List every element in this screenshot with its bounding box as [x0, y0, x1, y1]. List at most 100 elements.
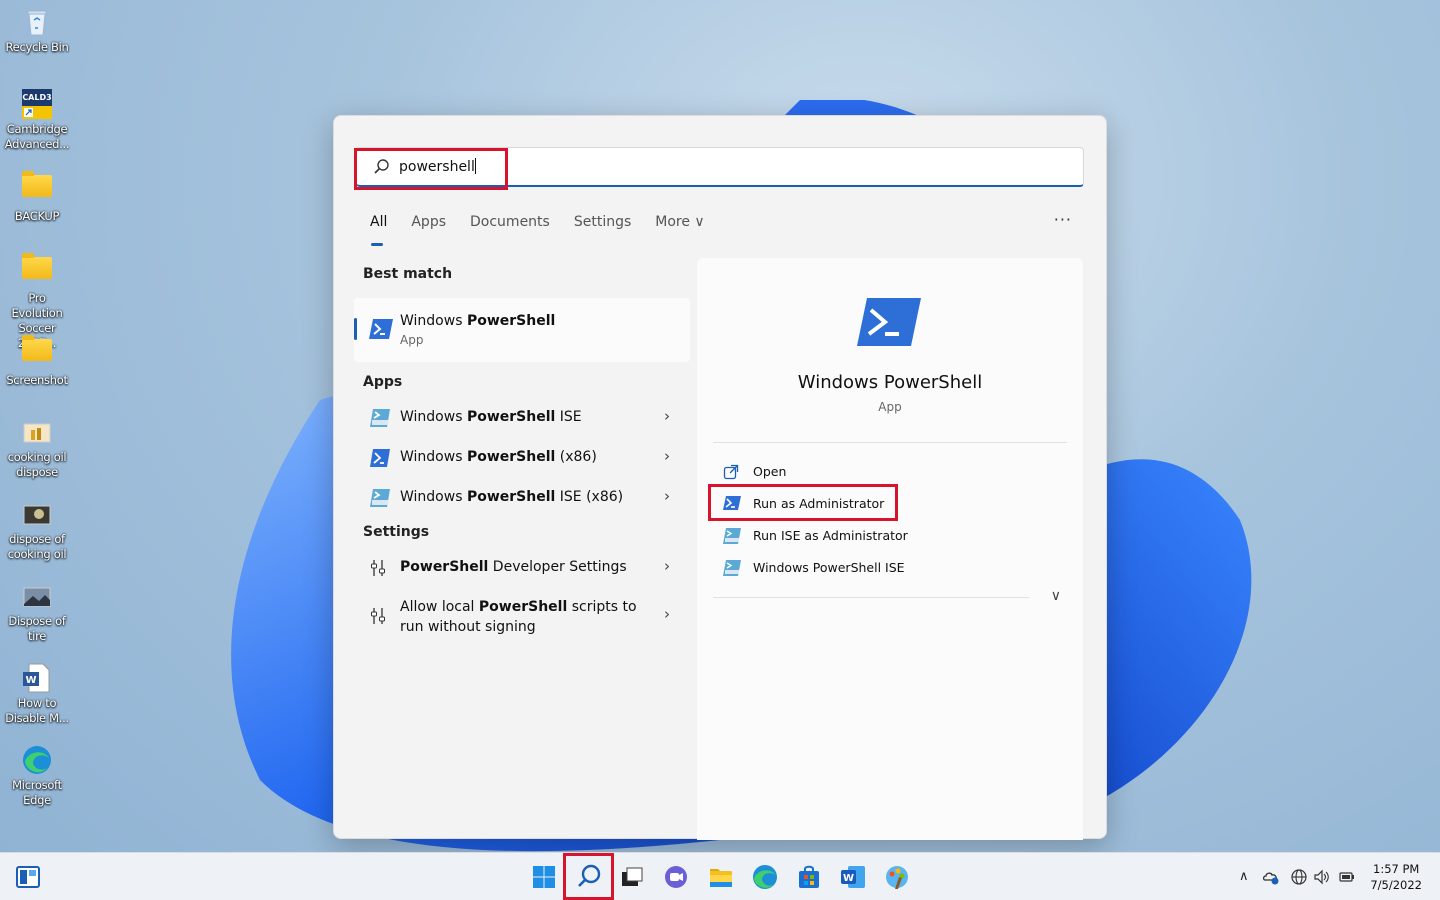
clock-date: 7/5/2022: [1370, 878, 1422, 892]
powershell-icon: [370, 449, 390, 467]
chevron-right-icon[interactable]: ›: [664, 605, 670, 623]
more-options-button[interactable]: ···: [1054, 210, 1072, 229]
search-icon: [374, 159, 389, 174]
store-icon[interactable]: [795, 863, 823, 891]
best-match-heading: Best match: [363, 266, 453, 282]
setting-result-label: Allow local PowerShell scripts to run wit…: [400, 599, 637, 635]
search-panel: powershell All Apps Documents Settings M…: [333, 115, 1107, 840]
search-icon[interactable]: [575, 863, 603, 891]
chevron-right-icon[interactable]: ›: [664, 557, 670, 575]
desktop-icon-label: cooking oil dispose: [7, 450, 67, 479]
onedrive-sync-icon[interactable]: [1262, 868, 1280, 886]
powershell-large-icon: [857, 298, 921, 346]
desktop-icon-backup[interactable]: BACKUP: [0, 170, 74, 224]
settings-heading: Settings: [363, 524, 430, 540]
settings-sliders-icon: [371, 560, 385, 576]
chevron-right-icon[interactable]: ›: [664, 447, 670, 465]
paint-icon[interactable]: [883, 863, 911, 891]
best-match-type: App: [400, 333, 424, 347]
svg-text:W: W: [25, 675, 36, 686]
svg-text:W: W: [843, 873, 854, 884]
desktop-icon-edge[interactable]: Microsoft Edge: [0, 744, 74, 808]
desktop-icon-label: Dispose of tire: [8, 614, 66, 643]
setting-result-label: PowerShell Developer Settings: [400, 559, 627, 575]
preview-title: Windows PowerShell: [797, 372, 983, 393]
desktop-icon-cambridge[interactable]: CALD3 Cambridge Advanced...: [0, 88, 74, 152]
file-explorer-icon[interactable]: [707, 863, 735, 891]
results-list: Best match Windows PowerShell App Apps W…: [354, 266, 690, 644]
powershell-ise-icon: [723, 560, 741, 576]
desktop-icon-screenshot[interactable]: Screenshot: [0, 334, 74, 388]
volume-icon[interactable]: [1313, 868, 1331, 886]
clock-time: 1:57 PM: [1373, 862, 1420, 876]
folder-icon: [21, 253, 53, 289]
app-result-label: Windows PowerShell (x86): [400, 449, 597, 465]
taskbar: W ∧ 1:57 PM 7/5/2022: [0, 852, 1440, 900]
cambridge-badge-text: CALD3: [22, 93, 51, 102]
tab-all[interactable]: All: [370, 214, 387, 246]
desktop-icon-word-doc[interactable]: W How to Disable M...: [0, 662, 74, 726]
action-label: Open: [753, 464, 787, 479]
tab-more[interactable]: More ∨: [655, 214, 704, 230]
text-caret: [474, 158, 476, 174]
app-result-powershell-ise-x86[interactable]: Windows PowerShell ISE (x86) ›: [354, 478, 690, 518]
open-external-icon: [723, 464, 739, 480]
search-filter-tabs: All Apps Documents Settings More ∨: [370, 214, 705, 246]
word-icon[interactable]: W: [839, 863, 867, 891]
action-label: Windows PowerShell ISE: [753, 560, 905, 575]
app-result-powershell-x86[interactable]: Windows PowerShell (x86) ›: [354, 438, 690, 478]
image-icon: [21, 580, 53, 612]
recycle-bin-icon: [21, 6, 53, 38]
best-match-item[interactable]: Windows PowerShell App: [354, 298, 690, 362]
tab-settings[interactable]: Settings: [574, 214, 631, 230]
powershell-icon: [723, 496, 741, 510]
desktop-icon-dispose-tire[interactable]: Dispose of tire: [0, 580, 74, 644]
network-globe-icon[interactable]: [1290, 868, 1308, 886]
preview-pane: Windows PowerShell App Open Run as Admin…: [697, 258, 1083, 840]
setting-result-developer[interactable]: PowerShell Developer Settings ›: [354, 548, 690, 588]
tab-apps[interactable]: Apps: [411, 214, 446, 230]
search-query-text: powershell: [399, 158, 476, 175]
battery-icon[interactable]: [1338, 868, 1356, 886]
widgets-icon[interactable]: [14, 863, 42, 891]
word-doc-icon: W: [21, 662, 53, 694]
chevron-right-icon[interactable]: ›: [664, 407, 670, 425]
app-result-powershell-ise[interactable]: Windows PowerShell ISE ›: [354, 398, 690, 438]
tab-documents[interactable]: Documents: [470, 214, 550, 230]
desktop-icon-recycle-bin[interactable]: Recycle Bin: [0, 6, 74, 55]
desktop-icon-dispose-cooking-oil[interactable]: dispose of cooking oil: [0, 498, 74, 562]
chat-icon[interactable]: [662, 863, 690, 891]
desktop-icon-label: Cambridge Advanced...: [4, 122, 70, 151]
action-label: Run as Administrator: [753, 496, 885, 511]
powershell-ise-icon: [370, 489, 390, 507]
chevron-right-icon[interactable]: ›: [664, 487, 670, 505]
desktop-icon-label: Screenshot: [6, 373, 68, 387]
preview-subtitle: App: [878, 400, 902, 414]
search-input[interactable]: powershell: [356, 147, 1084, 187]
powershell-ise-icon: [370, 409, 390, 427]
powershell-icon: [369, 319, 393, 339]
app-result-label: Windows PowerShell ISE: [400, 409, 582, 425]
cambridge-app-icon: CALD3: [21, 88, 53, 120]
action-label: Run ISE as Administrator: [753, 528, 908, 543]
system-clock[interactable]: 1:57 PM 7/5/2022: [1370, 861, 1422, 893]
setting-result-allow-scripts[interactable]: Allow local PowerShell scripts to run wit…: [354, 588, 690, 644]
powershell-ise-icon: [723, 528, 741, 544]
folder-icon: [21, 335, 53, 371]
desktop-icon-label: How to Disable M...: [5, 696, 69, 725]
desktop-icon-label: Microsoft Edge: [12, 778, 62, 807]
desktop-icon-label: Recycle Bin: [5, 40, 69, 54]
show-hidden-icons-chevron-up-icon[interactable]: ∧: [1239, 869, 1249, 884]
desktop-icon-cooking-oil-dispose[interactable]: cooking oil dispose: [0, 416, 74, 480]
best-match-name: Windows PowerShell: [400, 313, 556, 329]
desktop-icon-label: dispose of cooking oil: [7, 532, 67, 561]
task-view-icon[interactable]: [618, 863, 646, 891]
settings-sliders-icon: [371, 608, 385, 624]
apps-heading: Apps: [363, 374, 403, 390]
divider: [713, 442, 1067, 443]
app-result-label: Windows PowerShell ISE (x86): [400, 489, 624, 505]
image-icon: [21, 416, 53, 448]
start-icon[interactable]: [530, 863, 558, 891]
chevron-down-icon[interactable]: ∨: [1051, 588, 1061, 604]
edge-icon[interactable]: [751, 863, 779, 891]
